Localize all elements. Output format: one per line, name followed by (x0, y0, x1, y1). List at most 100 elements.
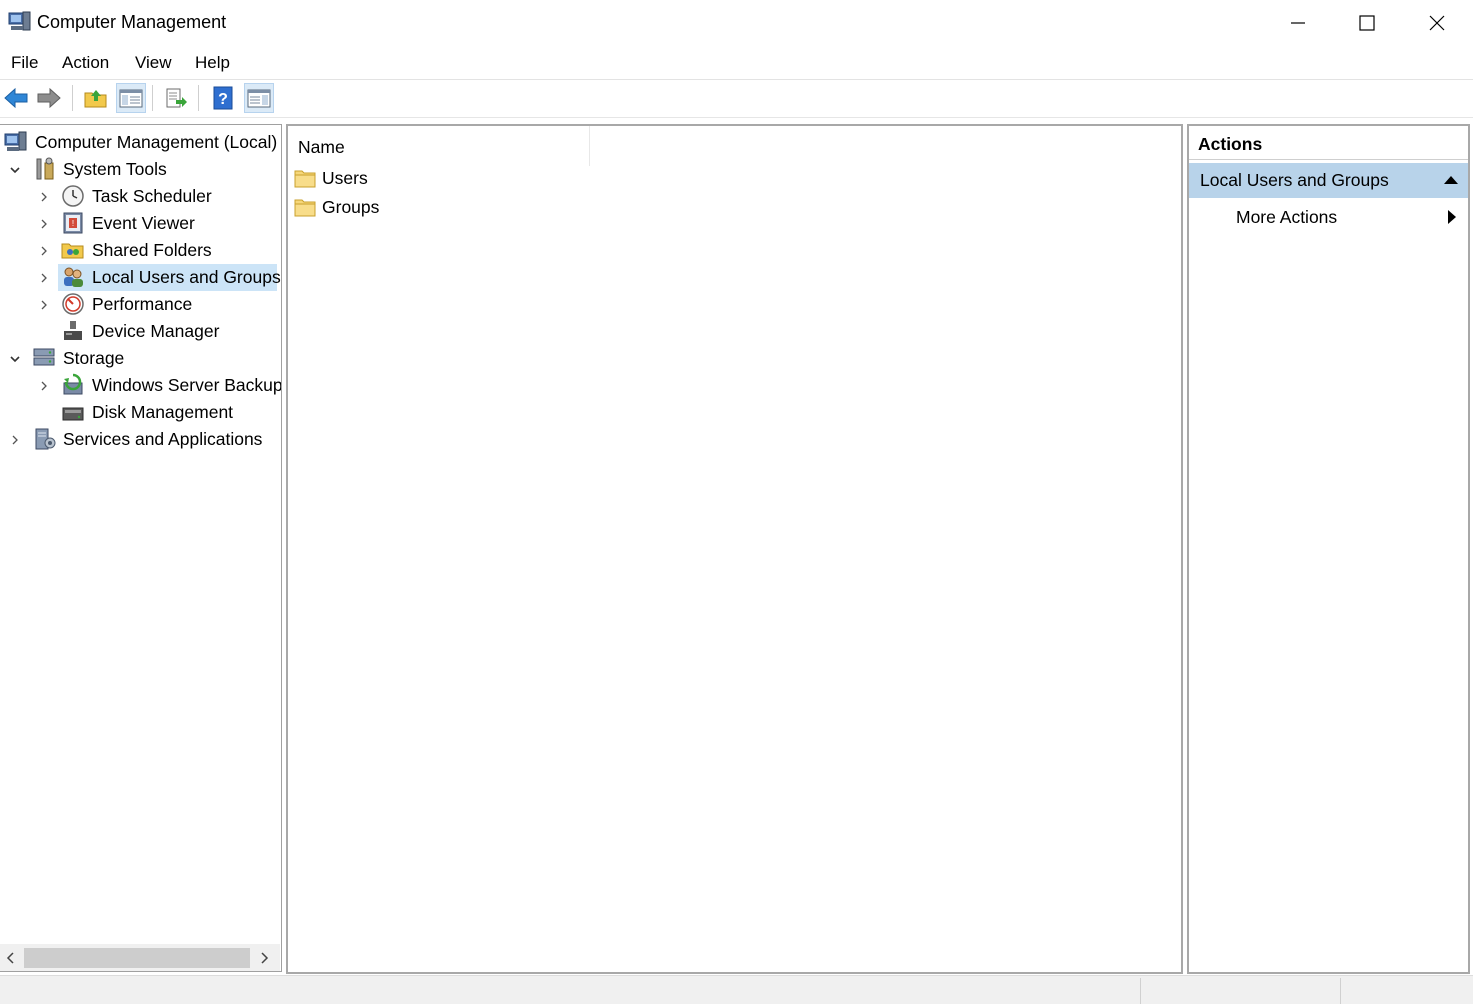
chevron-right-icon[interactable] (38, 245, 50, 257)
back-button[interactable] (1, 83, 31, 113)
tree-item-label: Computer Management (Local) (35, 132, 278, 152)
status-divider (1140, 978, 1141, 1004)
toolbar-separator (152, 85, 153, 111)
folder-icon (294, 170, 316, 188)
scrollbar-thumb[interactable] (24, 948, 250, 968)
maximize-button[interactable] (1332, 0, 1402, 46)
chevron-down-icon[interactable] (9, 353, 21, 365)
menu-help[interactable]: Help (195, 53, 230, 73)
menu-bar: File Action View Help (0, 48, 1473, 79)
list-item-users[interactable]: Users (294, 165, 368, 191)
column-header-label: Name (298, 137, 345, 157)
collapse-up-icon[interactable] (1443, 175, 1459, 185)
actions-section-local-users-and-groups[interactable]: Local Users and Groups (1189, 163, 1468, 198)
close-icon (1429, 15, 1445, 31)
minimize-button[interactable] (1263, 0, 1333, 46)
chevron-right-icon[interactable] (38, 218, 50, 230)
chevron-right-icon[interactable] (38, 380, 50, 392)
chevron-right-icon[interactable] (38, 299, 50, 311)
export-list-button[interactable] (161, 83, 191, 113)
tree-item-shared-folders[interactable]: Shared Folders (0, 237, 280, 264)
scroll-right-icon[interactable] (257, 950, 271, 966)
tree-item-label: Event Viewer (92, 213, 195, 233)
tree-item-disk-management[interactable]: Disk Management (0, 399, 280, 426)
tree-item-storage[interactable]: Storage (0, 345, 280, 372)
status-bar (0, 975, 1473, 1004)
forward-icon (37, 87, 61, 109)
tree-item-label: Performance (92, 294, 193, 314)
tree-item-services-and-applications[interactable]: Services and Applications (0, 426, 280, 453)
show-hide-action-pane-button[interactable] (244, 83, 274, 113)
submenu-arrow-icon (1448, 210, 1456, 224)
tree-item-label: Task Scheduler (92, 186, 212, 206)
toolbar: ? (0, 80, 1473, 118)
tree-item-task-scheduler[interactable]: Task Scheduler (0, 183, 280, 210)
close-button[interactable] (1402, 0, 1472, 46)
menu-action[interactable]: Action (62, 53, 109, 73)
toolbar-separator (198, 85, 199, 111)
toolbar-separator (72, 85, 73, 111)
help-button[interactable]: ? (208, 83, 238, 113)
performance-icon (62, 293, 84, 315)
chevron-right-icon[interactable] (9, 434, 21, 446)
system-tools-icon (36, 157, 54, 180)
scroll-left-icon[interactable] (4, 950, 18, 966)
chevron-down-icon[interactable] (9, 164, 21, 176)
clock-icon (62, 185, 84, 207)
tree-item-label: Disk Management (92, 402, 234, 422)
result-pane: Name Users Groups (286, 124, 1183, 974)
show-hide-console-tree-button[interactable] (116, 83, 146, 113)
show-hide-console-tree-icon (119, 89, 143, 108)
tree-item-device-manager[interactable]: Device Manager (0, 318, 280, 345)
tree-item-system-tools[interactable]: System Tools (0, 156, 280, 183)
tree-item-windows-server-backup[interactable]: Windows Server Backup (0, 372, 282, 399)
tree-item-performance[interactable]: Performance (0, 291, 280, 318)
actions-section-label: Local Users and Groups (1200, 170, 1389, 190)
tree-item-computer-management[interactable]: Computer Management (Local) (0, 129, 280, 156)
chevron-right-icon[interactable] (38, 191, 50, 203)
menu-view[interactable]: View (135, 53, 172, 73)
folder-icon (294, 199, 316, 217)
tree-item-event-viewer[interactable]: ! Event Viewer (0, 210, 280, 237)
actions-title: Actions (1198, 134, 1263, 154)
back-icon (4, 87, 28, 109)
console-tree[interactable]: Computer Management (Local) System Tools… (0, 124, 282, 972)
users-groups-icon (64, 267, 83, 287)
column-header-name[interactable]: Name (288, 126, 590, 166)
tree-item-label: Storage (63, 348, 125, 368)
storage-icon (33, 348, 55, 366)
maximize-icon (1359, 15, 1375, 31)
actions-pane: Actions Local Users and Groups More Acti… (1187, 124, 1470, 974)
help-icon: ? (213, 86, 233, 110)
tree-item-label: Windows Server Backup (92, 375, 282, 395)
status-divider (1340, 978, 1341, 1004)
export-list-icon (166, 88, 187, 108)
tree-item-label: Shared Folders (92, 240, 212, 260)
computer-management-icon (8, 11, 31, 31)
device-manager-icon (64, 321, 82, 340)
svg-text:?: ? (218, 91, 228, 108)
show-hide-action-pane-icon (247, 89, 271, 108)
menu-file[interactable]: File (11, 53, 38, 73)
disk-management-icon (62, 407, 84, 421)
up-folder-icon (84, 90, 107, 108)
title-bar: Computer Management (0, 0, 1473, 46)
minimize-icon (1291, 22, 1305, 24)
up-one-level-button[interactable] (81, 83, 111, 113)
chevron-right-icon[interactable] (38, 272, 50, 284)
list-item-groups[interactable]: Groups (294, 194, 379, 220)
action-label: More Actions (1236, 207, 1338, 227)
shared-folders-icon (61, 243, 84, 259)
tree-item-label: Local Users and Groups (92, 267, 281, 287)
event-viewer-icon: ! (63, 212, 83, 234)
forward-button[interactable] (34, 83, 64, 113)
svg-text:!: ! (72, 219, 74, 228)
tree-item-local-users-and-groups[interactable]: Local Users and Groups (0, 264, 281, 291)
list-item-label: Users (322, 167, 368, 188)
actions-header: Actions (1189, 126, 1468, 160)
window-title: Computer Management (37, 12, 227, 32)
action-more-actions[interactable]: More Actions (1189, 202, 1468, 236)
tree-item-label: System Tools (63, 159, 167, 179)
tree-horizontal-scrollbar[interactable] (0, 944, 280, 971)
computer-management-icon (4, 131, 27, 151)
